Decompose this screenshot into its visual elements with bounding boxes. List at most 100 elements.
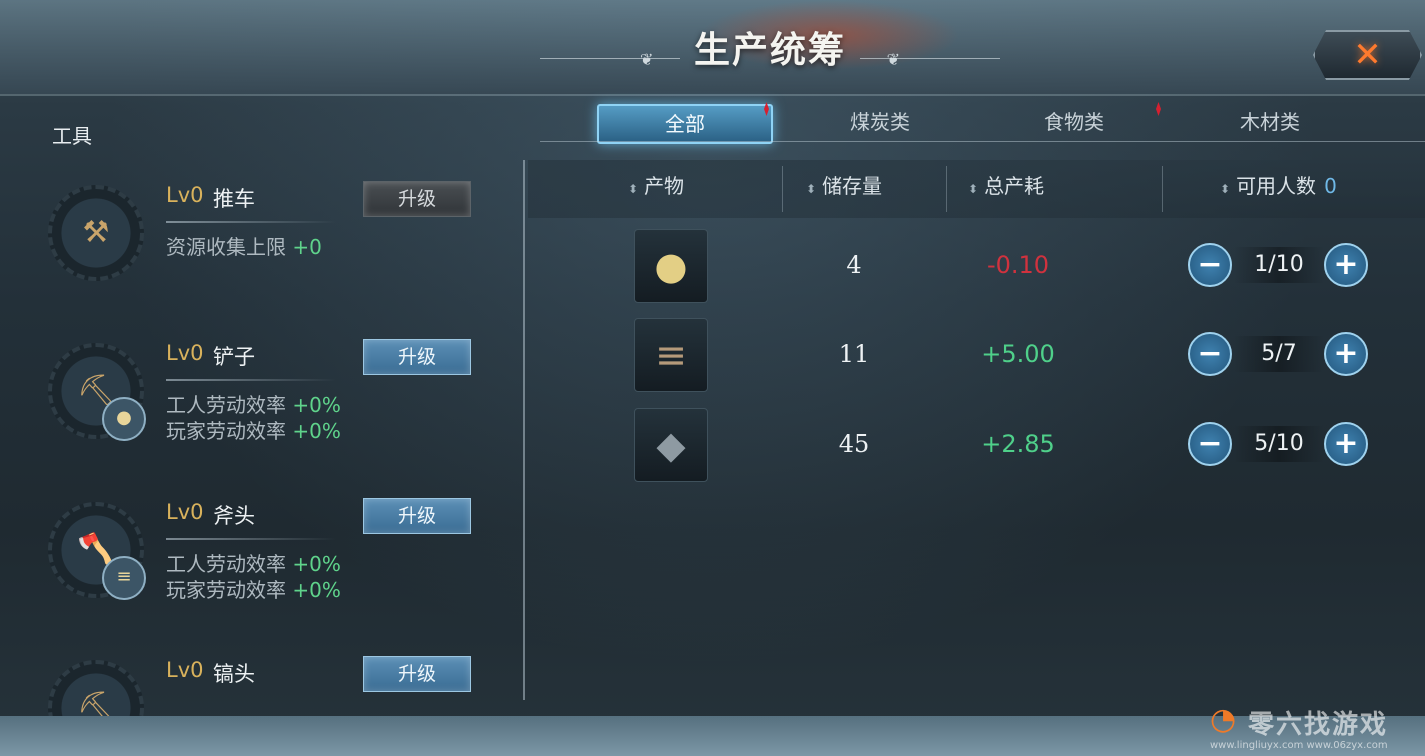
tool-gear-frame: ⚒ — [48, 185, 144, 281]
upgrade-button-shovel[interactable]: 升级 — [363, 339, 471, 375]
watermark-text: 零六找游戏 — [1248, 710, 1389, 740]
decrease-button[interactable]: − — [1188, 332, 1232, 376]
table-row: ● 4 -0.10 − 1/10 + — [528, 229, 1425, 309]
table-row: ≡ 11 +5.00 − 5/7 + — [528, 318, 1425, 398]
worker-value: 1/10 — [1234, 247, 1324, 283]
worker-stepper: − 5/7 + — [1188, 332, 1370, 376]
potato-icon: ● — [102, 397, 146, 441]
increase-button[interactable]: + — [1324, 422, 1368, 466]
tool-stat: 玩家劳动效率 +0% — [166, 415, 341, 444]
header-workers[interactable]: ⬍ 可用人数 0 — [1220, 160, 1337, 218]
tool-name: 斧头 — [213, 504, 255, 528]
tab-all[interactable]: 全部 — [597, 104, 773, 144]
consumption-value: +2.85 — [981, 430, 1055, 458]
watermark-logo-icon: ◔ — [1210, 702, 1237, 737]
sort-icon: ⬍ — [628, 182, 639, 196]
tool-stat-value: +0% — [292, 419, 341, 443]
header-separator — [782, 166, 783, 212]
sort-icon: ⬍ — [806, 182, 817, 196]
page-title: 生产统筹 — [693, 29, 846, 71]
close-button[interactable]: ✕ — [1313, 30, 1422, 80]
worker-stepper: − 1/10 + — [1188, 243, 1370, 287]
pickaxe-icon: ⛏ — [76, 690, 116, 716]
tool-underline — [166, 379, 336, 381]
title-ornament-left-icon: ❦ — [640, 50, 654, 69]
stock-value: 45 — [838, 430, 870, 458]
tool-stat-label: 工人劳动效率 — [166, 552, 286, 576]
column-divider — [523, 160, 525, 700]
watermark: ◔ 零六找游戏 www.lingliuyx.com www.06zyx.com — [1210, 700, 1420, 754]
tool-stat-label: 工人劳动效率 — [166, 393, 286, 417]
tool-stat-label: 玩家劳动效率 — [166, 419, 286, 443]
tool-stat-label: 资源收集上限 — [166, 235, 286, 259]
consumption-value: +5.00 — [981, 340, 1055, 368]
sort-icon: ⬍ — [1220, 182, 1231, 196]
title-line-right — [860, 58, 1000, 59]
tool-item-shovel: ⛏ ● Lv0 铲子 升级 工人劳动效率 +0% 玩家劳动效率 +0% — [0, 333, 520, 483]
header-stock[interactable]: ⬍ 储存量 — [806, 160, 882, 218]
decrease-button[interactable]: − — [1188, 243, 1232, 287]
worker-stepper: − 5/10 + — [1188, 422, 1370, 466]
tool-level: Lv0 — [166, 341, 204, 365]
tool-item-axe: 🪓 ≡ Lv0 斧头 升级 工人劳动效率 +0% 玩家劳动效率 +0% — [0, 492, 520, 642]
worker-value: 5/7 — [1234, 336, 1324, 372]
tool-gear-frame: ⛏ — [48, 660, 144, 716]
tab-coal[interactable]: 煤炭类 — [794, 104, 966, 140]
increase-button[interactable]: + — [1324, 243, 1368, 287]
tool-underline — [166, 221, 336, 223]
tool-gear-frame: 🪓 ≡ — [48, 502, 146, 600]
tool-underline — [166, 538, 336, 540]
tool-name: 铲子 — [213, 345, 255, 369]
coal-icon: ◆ — [634, 408, 708, 482]
header-product[interactable]: ⬍ 产物 — [628, 160, 684, 218]
header-consumption[interactable]: ⬍ 总产耗 — [968, 160, 1044, 218]
tool-stat-value: +0 — [292, 235, 322, 259]
tool-gear-frame: ⛏ ● — [48, 343, 146, 441]
cart-icon: ⚒ — [82, 215, 110, 250]
header-divider — [0, 94, 1425, 96]
worker-value: 5/10 — [1234, 426, 1324, 462]
header-product-label: 产物 — [644, 174, 685, 198]
header-workers-label: 可用人数 — [1236, 174, 1317, 198]
header-separator — [1162, 166, 1163, 212]
tool-stat: 玩家劳动效率 +0% — [166, 574, 341, 603]
upgrade-button-axe[interactable]: 升级 — [363, 498, 471, 534]
tool-stat: 工人劳动效率 +0% — [166, 548, 341, 577]
title-bar: ❦ 生产统筹 ❦ — [540, 22, 1000, 78]
workers-count: 0 — [1324, 174, 1337, 198]
wood-log-icon: ≡ — [634, 318, 708, 392]
stock-value: 4 — [846, 251, 862, 279]
upgrade-button-pickaxe[interactable]: 升级 — [363, 656, 471, 692]
table-row: ◆ 45 +2.85 − 5/10 + — [528, 408, 1425, 488]
tool-item-cart: ⚒ Lv0 推车 升级 资源收集上限 +0 — [0, 175, 520, 325]
upgrade-button-cart[interactable]: 升级 — [363, 181, 471, 217]
tool-level: Lv0 — [166, 500, 204, 524]
close-x-icon: ✕ — [1353, 35, 1382, 75]
tool-stat-value: +0% — [292, 552, 341, 576]
increase-button[interactable]: + — [1324, 332, 1368, 376]
potato-icon: ● — [634, 229, 708, 303]
sort-icon: ⬍ — [968, 182, 979, 196]
watermark-url: www.lingliuyx.com www.06zyx.com — [1210, 740, 1388, 751]
tab-food[interactable]: 食物类 — [988, 104, 1160, 140]
tool-stat: 工人劳动效率 +0% — [166, 389, 341, 418]
header-stock-label: 储存量 — [822, 174, 883, 198]
tool-name: 推车 — [213, 187, 255, 211]
tab-underline — [540, 141, 1425, 142]
tools-title: 工具 — [52, 124, 92, 148]
tool-level: Lv0 — [166, 658, 204, 682]
tool-level: Lv0 — [166, 183, 204, 207]
category-tabs: 全部 煤炭类 食物类 木材类 — [530, 100, 1425, 146]
consumption-value: -0.10 — [986, 251, 1050, 279]
tool-stat-label: 玩家劳动效率 — [166, 578, 286, 602]
decrease-button[interactable]: − — [1188, 422, 1232, 466]
header-separator — [946, 166, 947, 212]
title-ornament-right-icon: ❦ — [886, 50, 900, 69]
tool-stat-value: +0% — [292, 578, 341, 602]
tool-stat: 资源收集上限 +0 — [166, 231, 322, 260]
stock-value: 11 — [838, 340, 870, 368]
header-consumption-label: 总产耗 — [984, 174, 1045, 198]
tab-wood[interactable]: 木材类 — [1184, 104, 1356, 140]
table-header: ⬍ 产物 ⬍ 储存量 ⬍ 总产耗 ⬍ 可用人数 0 — [528, 160, 1425, 218]
tool-name: 镐头 — [213, 662, 255, 686]
